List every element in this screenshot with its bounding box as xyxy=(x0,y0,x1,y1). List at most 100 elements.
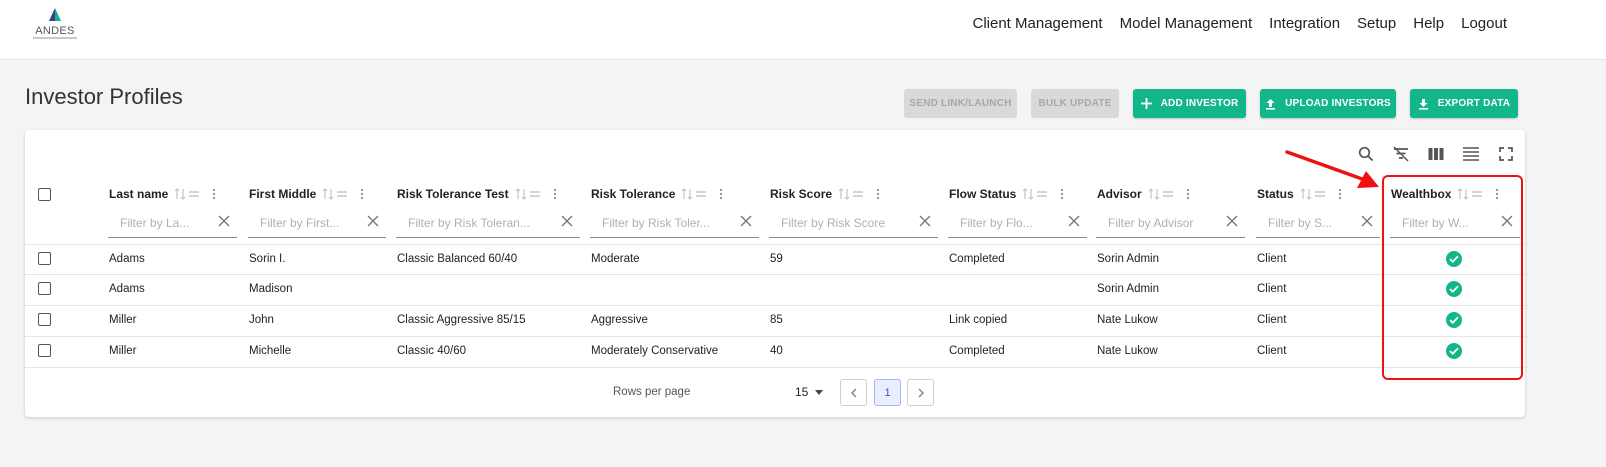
drag-handle-icon[interactable] xyxy=(695,188,707,200)
filter-placeholder: Filter by Risk Toler... xyxy=(602,216,710,230)
cell-risk-tolerance-test: Classic Aggressive 85/15 xyxy=(397,314,526,326)
filter-input-last-name[interactable]: Filter by La... xyxy=(108,209,237,238)
clear-filter-icon[interactable] xyxy=(366,214,380,228)
clear-filter-icon[interactable] xyxy=(1225,214,1239,228)
drag-handle-icon[interactable] xyxy=(852,188,864,200)
column-menu-icon[interactable] xyxy=(872,188,884,200)
drag-handle-icon[interactable] xyxy=(1162,188,1174,200)
clear-filter-icon[interactable] xyxy=(918,214,932,228)
send-link-launch-button[interactable]: SEND LINK/LAUNCH xyxy=(904,89,1017,118)
fullscreen-icon[interactable] xyxy=(1488,144,1523,164)
cell-first-middle: Madison xyxy=(249,283,293,295)
drag-handle-icon[interactable] xyxy=(188,188,200,200)
density-icon[interactable] xyxy=(1453,144,1488,164)
column-menu-icon[interactable] xyxy=(208,188,220,200)
column-header-first-middle[interactable]: First Middle xyxy=(249,187,368,201)
clear-filter-icon[interactable] xyxy=(739,214,753,228)
page-1-button[interactable]: 1 xyxy=(874,379,901,406)
filter-input-flow-status[interactable]: Filter by Flo... xyxy=(948,209,1087,238)
chevron-left-icon xyxy=(850,387,857,398)
next-page-button[interactable] xyxy=(907,379,934,406)
cell-first-middle: Michelle xyxy=(249,345,292,357)
nav-setup[interactable]: Setup xyxy=(1357,14,1396,34)
main-nav: Client Management Model Management Integ… xyxy=(973,14,1508,34)
drag-handle-icon[interactable] xyxy=(1036,188,1048,200)
bulk-update-button[interactable]: BULK UPDATE xyxy=(1031,89,1119,118)
clear-filter-icon[interactable] xyxy=(217,214,231,228)
filter-off-icon[interactable] xyxy=(1383,144,1418,164)
brand-tagline-line xyxy=(33,37,77,39)
row-checkbox[interactable] xyxy=(38,282,51,295)
andes-logo[interactable]: ANDES xyxy=(33,8,77,42)
sort-icon[interactable] xyxy=(1022,188,1034,200)
export-data-label: EXPORT DATA xyxy=(1437,98,1511,109)
column-header-advisor[interactable]: Advisor xyxy=(1097,187,1194,201)
column-menu-icon[interactable] xyxy=(1056,188,1068,200)
rows-per-page-select[interactable]: 15 xyxy=(795,385,808,399)
sort-icon[interactable] xyxy=(1148,188,1160,200)
filter-placeholder: Filter by La... xyxy=(120,216,190,230)
column-header-last-name[interactable]: Last name xyxy=(109,187,220,201)
column-menu-icon[interactable] xyxy=(1182,188,1194,200)
cell-flow-status: Completed xyxy=(949,345,1005,357)
column-header-risk-tolerance[interactable]: Risk Tolerance xyxy=(591,187,727,201)
cell-status: Client xyxy=(1257,283,1287,295)
column-menu-icon[interactable] xyxy=(715,188,727,200)
rows-per-page-label: Rows per page xyxy=(613,386,691,398)
cell-advisor: Nate Lukow xyxy=(1097,345,1158,357)
filter-input-risk-tolerance[interactable]: Filter by Risk Toler... xyxy=(590,209,759,238)
drag-handle-icon[interactable] xyxy=(529,188,541,200)
nav-client-management[interactable]: Client Management xyxy=(973,14,1103,34)
filter-input-advisor[interactable]: Filter by Advisor xyxy=(1096,209,1245,238)
filter-input-status[interactable]: Filter by S... xyxy=(1256,209,1380,238)
row-checkbox[interactable] xyxy=(38,344,51,357)
cell-status: Client xyxy=(1257,345,1287,357)
row-divider xyxy=(25,336,1525,337)
sort-icon[interactable] xyxy=(515,188,527,200)
cell-risk-tolerance: Aggressive xyxy=(591,314,648,326)
nav-logout[interactable]: Logout xyxy=(1461,14,1507,34)
upload-investors-button[interactable]: UPLOAD INVESTORS xyxy=(1260,89,1396,118)
nav-model-management[interactable]: Model Management xyxy=(1120,14,1253,34)
annotation-arrow-icon xyxy=(1285,150,1379,188)
wealthbox-column-highlight xyxy=(1382,175,1523,380)
filter-input-first-middle[interactable]: Filter by First... xyxy=(248,209,386,238)
select-all-checkbox[interactable] xyxy=(38,188,51,201)
nav-help[interactable]: Help xyxy=(1413,14,1444,34)
cell-last-name: Adams xyxy=(109,283,145,295)
column-header-risk-score[interactable]: Risk Score xyxy=(770,187,884,201)
column-header-flow-status[interactable]: Flow Status xyxy=(949,187,1068,201)
column-controls xyxy=(838,188,884,200)
filter-placeholder: Filter by Risk Score xyxy=(781,216,886,230)
cell-risk-score: 59 xyxy=(770,253,783,265)
sort-icon[interactable] xyxy=(322,188,334,200)
export-data-button[interactable]: EXPORT DATA xyxy=(1410,89,1518,118)
filter-placeholder: Filter by Risk Toleran... xyxy=(408,216,530,230)
row-checkbox[interactable] xyxy=(38,313,51,326)
nav-integration[interactable]: Integration xyxy=(1269,14,1340,34)
row-divider xyxy=(25,367,1525,368)
column-menu-icon[interactable] xyxy=(356,188,368,200)
column-menu-icon[interactable] xyxy=(549,188,561,200)
cell-advisor: Sorin Admin xyxy=(1097,253,1160,265)
clear-filter-icon[interactable] xyxy=(560,214,574,228)
column-header-label: Last name xyxy=(109,187,169,201)
drag-handle-icon[interactable] xyxy=(336,188,348,200)
prev-page-button[interactable] xyxy=(840,379,867,406)
clear-filter-icon[interactable] xyxy=(1067,214,1081,228)
columns-icon[interactable] xyxy=(1418,144,1453,164)
sort-icon[interactable] xyxy=(681,188,693,200)
cell-flow-status: Link copied xyxy=(949,314,1008,326)
sort-icon[interactable] xyxy=(838,188,850,200)
column-controls xyxy=(515,188,561,200)
column-header-risk-tolerance-test[interactable]: Risk Tolerance Test xyxy=(397,187,561,201)
upload-icon xyxy=(1265,98,1276,110)
add-investor-button[interactable]: ADD INVESTOR xyxy=(1133,89,1246,118)
row-checkbox[interactable] xyxy=(38,252,51,265)
clear-filter-icon[interactable] xyxy=(1360,214,1374,228)
cell-risk-tolerance: Moderately Conservative xyxy=(591,345,719,357)
filter-input-risk-tolerance-test[interactable]: Filter by Risk Toleran... xyxy=(396,209,580,238)
filter-input-risk-score[interactable]: Filter by Risk Score xyxy=(769,209,938,238)
sort-icon[interactable] xyxy=(174,188,186,200)
chevron-down-icon[interactable] xyxy=(815,390,823,395)
